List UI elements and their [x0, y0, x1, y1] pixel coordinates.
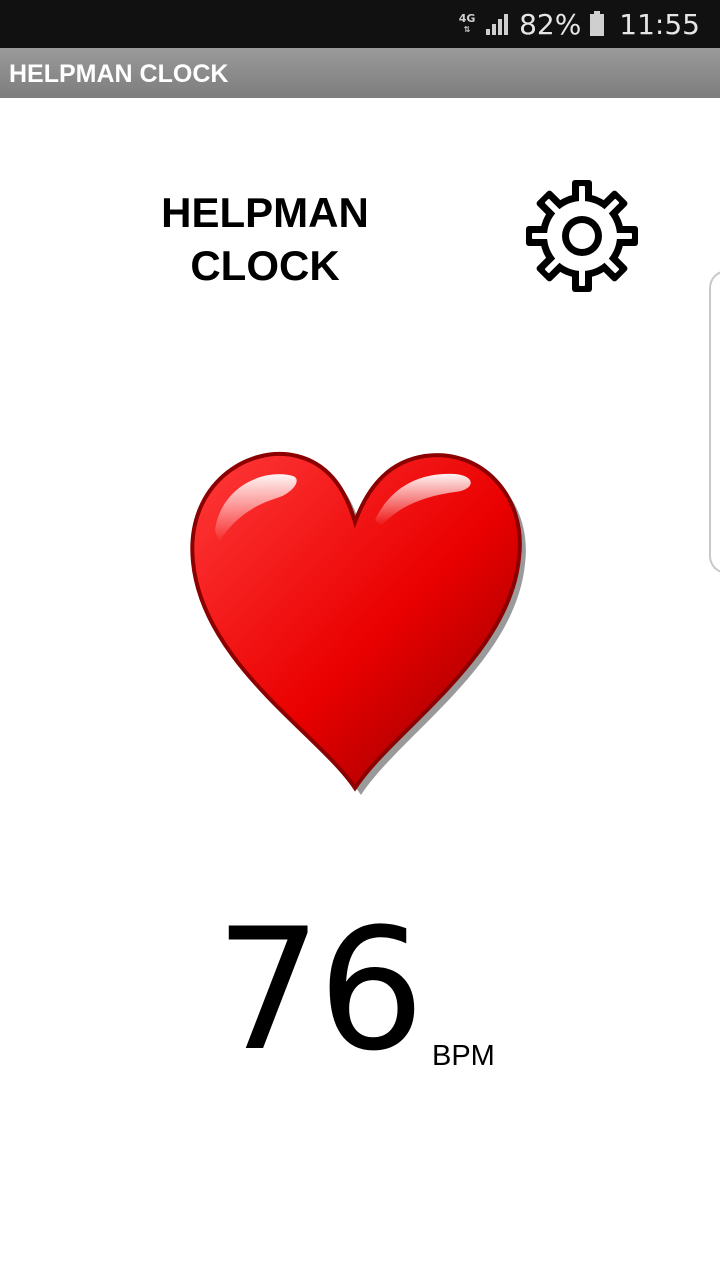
gear-icon[interactable]: [524, 178, 640, 294]
heart-rate-value: 76: [215, 892, 425, 1088]
status-bar: 4G ⇅ 82% 11:55: [0, 0, 720, 48]
network-indicator: 4G ⇅: [458, 12, 476, 34]
page-title: HELPMAN CLOCK: [110, 186, 420, 292]
title-line-2: CLOCK: [190, 242, 340, 289]
battery-percent: 82%: [519, 7, 582, 41]
app-bar: HELPMAN CLOCK: [0, 48, 720, 98]
heart-icon: [190, 451, 526, 795]
heart-rate-unit: BPM: [432, 1040, 495, 1072]
title-line-1: HELPMAN: [161, 189, 369, 236]
clock-time: 11:55: [619, 7, 700, 41]
app-bar-title: HELPMAN CLOCK: [9, 60, 229, 88]
battery-icon: [590, 11, 605, 36]
edge-panel-handle[interactable]: [709, 270, 720, 574]
signal-icon: [486, 14, 509, 35]
